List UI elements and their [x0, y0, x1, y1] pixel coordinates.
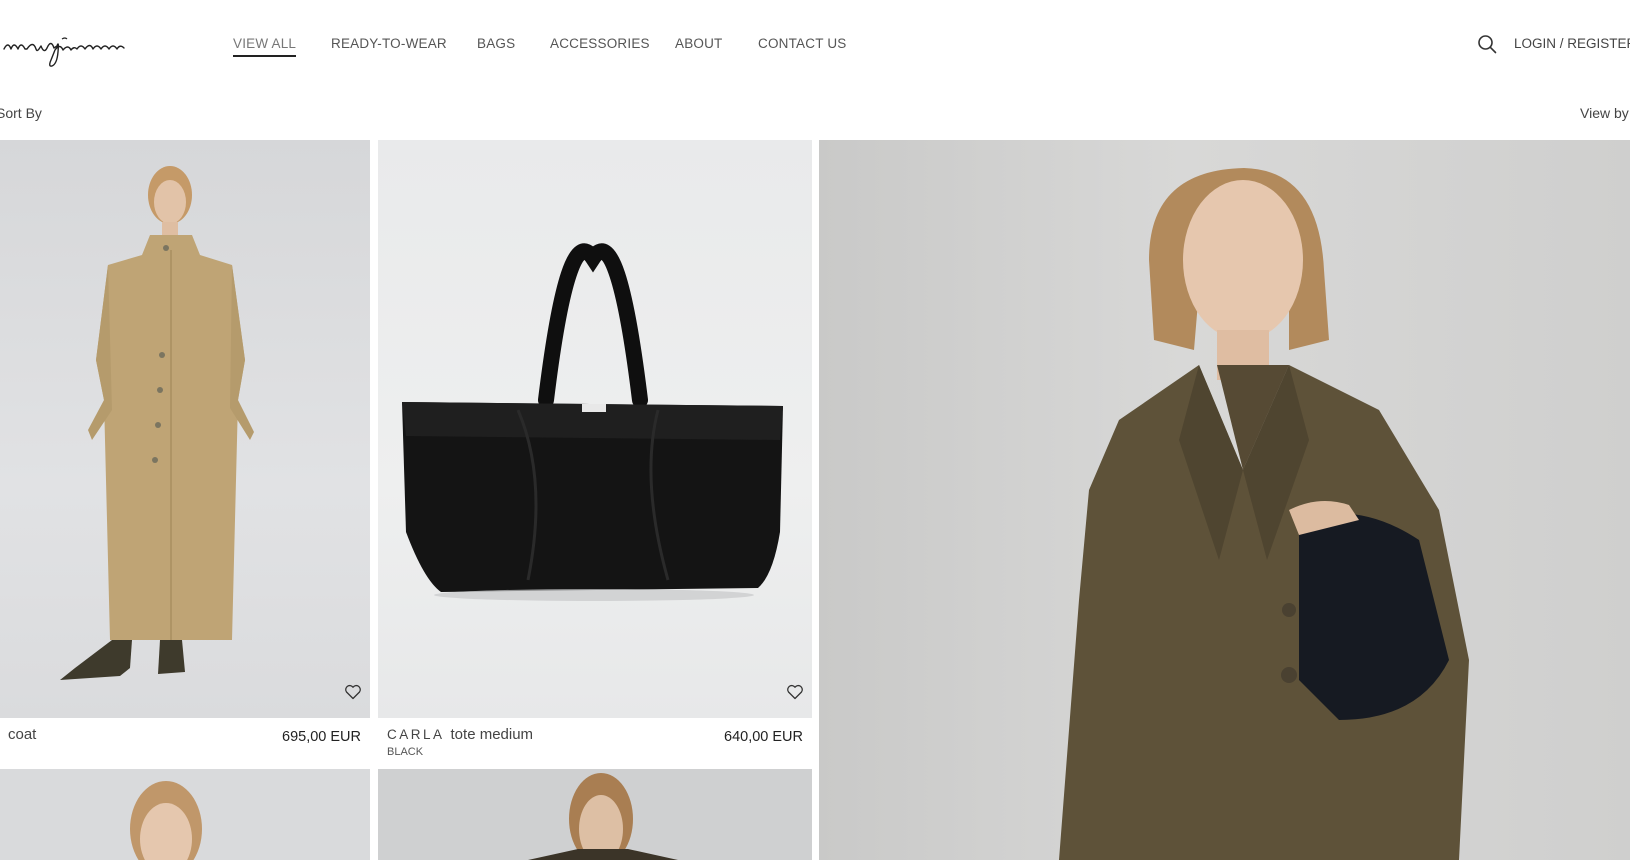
- logo-script-mark: [3, 37, 125, 67]
- product-image-next-2[interactable]: [378, 769, 812, 860]
- view-by-button[interactable]: View by: [1580, 105, 1629, 121]
- product-color: BLACK: [387, 746, 424, 758]
- product-image-next-1[interactable]: [0, 769, 370, 860]
- product-price: 640,00 EUR: [724, 729, 803, 745]
- nav-item-ready-to-wear[interactable]: READY-TO-WEAR: [331, 36, 447, 51]
- product-price: 695,00 EUR: [282, 729, 361, 745]
- coat-model-illustration: [60, 166, 254, 680]
- model-blazer-illustration: [1059, 168, 1469, 860]
- sort-by-button[interactable]: Sort By: [0, 105, 42, 121]
- model-head-illustration: [130, 781, 202, 860]
- search-icon[interactable]: [1477, 34, 1497, 54]
- hero-image-blazer-look[interactable]: [819, 140, 1630, 860]
- product-image-coat[interactable]: [0, 140, 370, 718]
- nav-item-bags[interactable]: BAGS: [477, 36, 515, 51]
- nav-item-accessories[interactable]: ACCESSORIES: [550, 36, 650, 51]
- model-head-illustration: [528, 773, 678, 860]
- nav-item-contact-us[interactable]: CONTACT US: [758, 36, 847, 51]
- wishlist-heart-icon[interactable]: [786, 684, 804, 700]
- product-name[interactable]: coat: [2, 726, 36, 743]
- black-tote-bag-illustration: [402, 243, 783, 601]
- product-name[interactable]: CARLA tote medium: [387, 726, 533, 743]
- nav-item-view-all[interactable]: VIEW ALL: [233, 36, 297, 57]
- product-image-carla-tote[interactable]: [378, 140, 812, 718]
- brand-logo[interactable]: [0, 18, 175, 68]
- nav-item-about[interactable]: ABOUT: [675, 36, 723, 51]
- login-register-link[interactable]: LOGIN / REGISTER: [1514, 36, 1630, 51]
- wishlist-heart-icon[interactable]: [344, 684, 362, 700]
